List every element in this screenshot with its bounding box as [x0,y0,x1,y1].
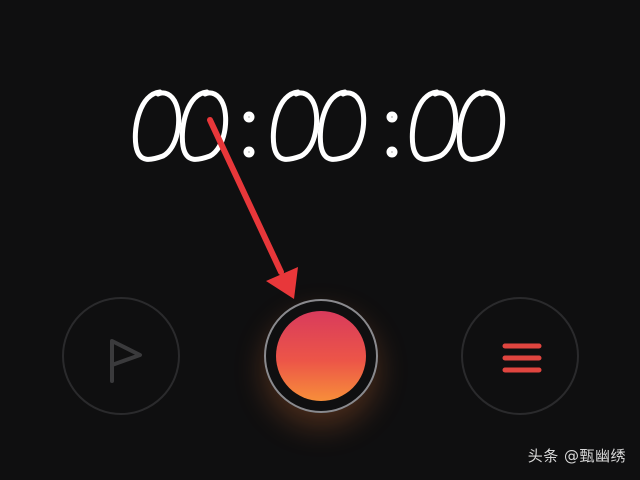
timer-digit-2 [179,89,229,162]
timer-digit-4 [317,89,367,162]
timer-colon-2-bottom [386,146,398,158]
record-icon [276,311,366,401]
timer-digits [132,89,506,162]
timer-digit-3 [270,89,320,162]
timer-display: 00:00:00 [0,72,640,182]
timer-digit-1 [132,89,182,162]
menu-button[interactable] [461,297,579,415]
watermark-text: 头条 @甄幽绣 [527,447,626,465]
flag-icon [110,339,142,383]
timer-colon-1-top [243,111,255,123]
stopwatch-screen: 00:00:00 [0,0,640,480]
menu-icon [502,343,542,373]
timer-colon-2-top [386,111,398,123]
timer-colon-1-bottom [243,146,255,158]
record-button[interactable] [264,299,378,413]
timer-digit-5 [409,89,459,162]
timer-digit-6 [456,89,506,162]
lap-flag-button[interactable] [62,297,180,415]
